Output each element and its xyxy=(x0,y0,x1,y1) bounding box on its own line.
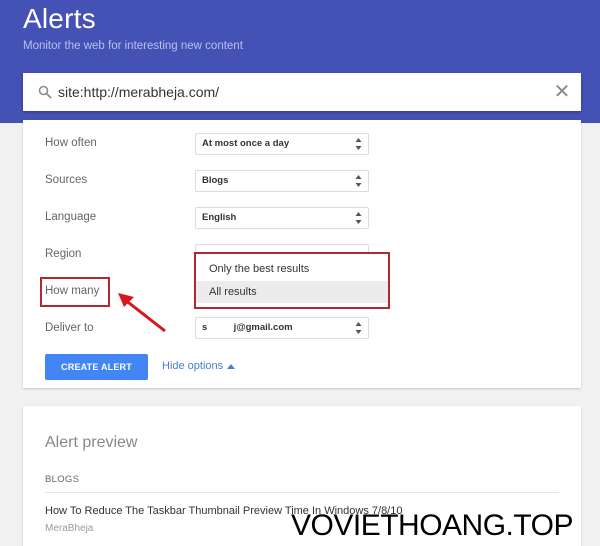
preview-result-source: MeraBheja xyxy=(45,523,94,534)
preview-section-label: BLOGS xyxy=(45,474,80,485)
select-language[interactable]: English xyxy=(195,207,369,229)
caret-up-icon[interactable] xyxy=(227,364,235,369)
close-icon[interactable]: ✕ xyxy=(552,82,572,102)
label-sources: Sources xyxy=(45,174,88,186)
sort-arrows-icon xyxy=(355,212,362,224)
select-deliver-to-value: s j@gmail.com xyxy=(202,322,293,333)
label-how-often: How often xyxy=(45,137,97,149)
label-language: Language xyxy=(45,211,97,223)
watermark: VOVIETHOANG.TOP xyxy=(291,509,574,542)
create-alert-button[interactable]: CREATE ALERT xyxy=(45,354,148,380)
dropdown-option-all-results[interactable]: All results xyxy=(196,281,388,303)
annotation-arrow-icon xyxy=(118,293,166,333)
search-input[interactable]: site:http://merabheja.com/ ✕ xyxy=(23,73,581,111)
hide-options-link[interactable]: Hide options xyxy=(162,360,223,372)
select-sources[interactable]: Blogs xyxy=(195,170,369,192)
select-how-often[interactable]: At most once a day xyxy=(195,133,369,155)
select-sources-value: Blogs xyxy=(202,175,229,186)
sort-arrows-icon xyxy=(355,138,362,150)
sort-arrows-icon xyxy=(355,322,362,334)
select-language-value: English xyxy=(202,212,237,223)
search-query[interactable]: site:http://merabheja.com/ xyxy=(58,84,219,100)
label-deliver-to: Deliver to xyxy=(45,322,94,334)
divider xyxy=(45,492,559,493)
header: Alerts Monitor the web for interesting n… xyxy=(0,0,600,123)
sort-arrows-icon xyxy=(355,175,362,187)
page-subtitle: Monitor the web for interesting new cont… xyxy=(23,40,243,52)
dropdown-option-best-results[interactable]: Only the best results xyxy=(196,258,388,280)
how-many-annotation-box xyxy=(40,277,110,307)
label-region: Region xyxy=(45,248,82,260)
how-many-dropdown[interactable]: Only the best results All results xyxy=(194,252,390,309)
search-icon xyxy=(38,85,52,99)
preview-title: Alert preview xyxy=(45,434,138,451)
select-how-often-value: At most once a day xyxy=(202,138,290,149)
select-deliver-to[interactable]: s j@gmail.com xyxy=(195,317,369,339)
page-title: Alerts xyxy=(23,3,96,34)
